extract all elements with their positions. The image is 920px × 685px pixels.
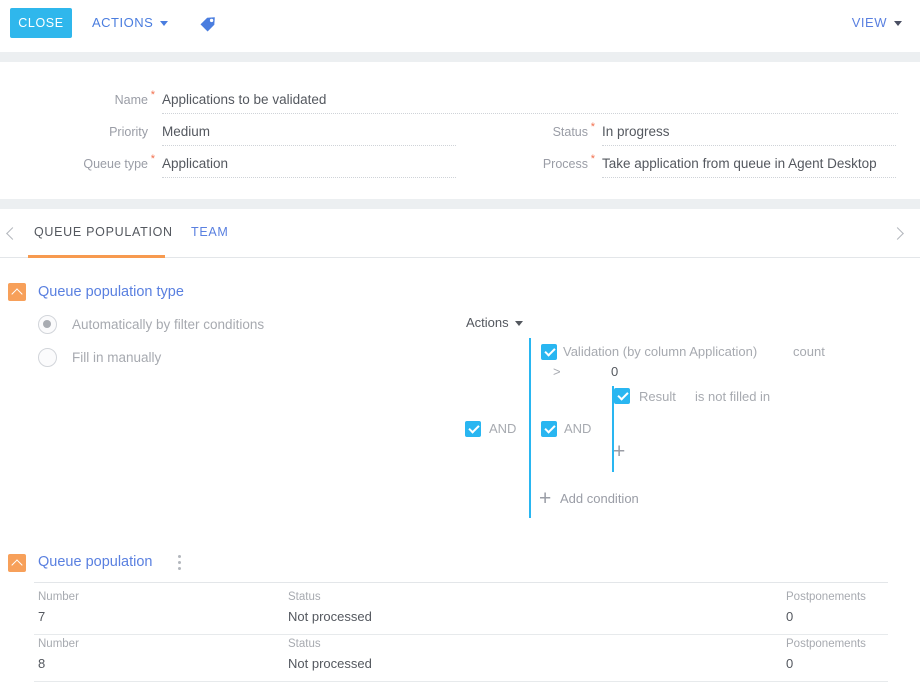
actions-menu-button[interactable]: ACTIONS [92, 15, 169, 30]
filter-subcondition-checkbox-result[interactable] [614, 388, 630, 404]
tab-bar: QUEUE POPULATION TEAM [0, 209, 920, 258]
row-value-number: 8 [38, 656, 46, 671]
field-priority-underline [162, 145, 456, 146]
required-marker: * [590, 153, 595, 165]
filter-inner-and-label[interactable]: AND [564, 421, 591, 436]
queue-record-page: CLOSE ACTIONS VIEW Name * Applications to… [0, 0, 920, 685]
filter-inner-and-checkbox[interactable] [541, 421, 557, 437]
plus-icon[interactable]: + [613, 441, 625, 462]
record-header-form: Name * Applications to be validated Prior… [0, 62, 920, 199]
filter-outer-and-label[interactable]: AND [489, 421, 516, 436]
section-title-queue-population[interactable]: Queue population [38, 554, 153, 570]
radio-automatically-by-filter[interactable]: Automatically by filter conditions [38, 315, 264, 334]
form-section-divider [0, 199, 920, 209]
top-toolbar: CLOSE ACTIONS VIEW [0, 0, 920, 52]
tab-active-indicator [28, 255, 165, 258]
chevron-down-icon [160, 21, 169, 26]
field-status-underline [602, 145, 896, 146]
chevron-right-icon[interactable] [891, 227, 904, 240]
row-label-status: Status [288, 638, 321, 650]
field-name-label: Name * [114, 89, 155, 107]
row-value-postponements: 0 [786, 656, 794, 671]
radio-icon-unselected[interactable] [38, 348, 57, 367]
chevron-left-icon[interactable] [6, 227, 19, 240]
add-condition-button[interactable]: Add condition [560, 491, 639, 506]
filter-group-line-outer [529, 338, 531, 518]
field-name-value[interactable]: Applications to be validated [162, 92, 326, 107]
field-process-value[interactable]: Take application from queue in Agent Des… [602, 156, 877, 171]
filter-condition-operator[interactable]: > [553, 364, 561, 379]
row-separator [34, 681, 888, 682]
filter-condition-checkbox-validation[interactable] [541, 344, 557, 360]
filter-subcondition-column-result[interactable]: Result [639, 389, 676, 404]
field-status-value[interactable]: In progress [602, 124, 670, 139]
field-status[interactable]: Status * In progress [440, 121, 900, 139]
toolbar-divider [0, 52, 920, 62]
collapse-toggle-population-type[interactable] [8, 283, 26, 301]
row-value-number: 7 [38, 609, 46, 624]
field-queue-type[interactable]: Queue type * Application [0, 153, 460, 171]
required-marker: * [150, 153, 155, 165]
filter-condition-column-validation[interactable]: Validation (by column Application) [563, 344, 757, 359]
field-name-underline [162, 113, 898, 114]
tab-queue-population[interactable]: QUEUE POPULATION [34, 225, 173, 239]
field-priority[interactable]: Priority Medium [0, 124, 460, 139]
field-queue-type-value[interactable]: Application [162, 156, 228, 171]
field-status-label: Status * [552, 121, 595, 139]
filter-subcondition-operator[interactable]: is not filled in [695, 389, 770, 404]
field-queue-type-label: Queue type * [83, 153, 155, 171]
row-label-postponements: Postponements [786, 591, 866, 603]
view-menu-label: VIEW [851, 15, 887, 30]
filter-condition-value[interactable]: 0 [611, 364, 618, 379]
field-priority-label: Priority [109, 125, 148, 139]
filter-outer-and-checkbox[interactable] [465, 421, 481, 437]
radio-icon-selected[interactable] [38, 315, 57, 334]
kebab-menu-icon[interactable] [178, 555, 182, 573]
radio-label-automatically: Automatically by filter conditions [72, 317, 265, 332]
row-label-status: Status [288, 591, 321, 603]
close-button[interactable]: CLOSE [10, 8, 72, 38]
row-value-status: Not processed [288, 656, 372, 671]
field-name[interactable]: Name * Applications to be validated [0, 89, 460, 107]
chevron-down-icon [894, 21, 902, 26]
section-rule [34, 582, 888, 583]
field-queue-type-underline [162, 177, 456, 178]
row-label-number: Number [38, 591, 79, 603]
row-value-postponements: 0 [786, 609, 794, 624]
table-row[interactable]: Number 7 Status Not processed Postponeme… [0, 588, 920, 636]
radio-fill-in-manually[interactable]: Fill in manually [38, 348, 161, 367]
tag-icon[interactable] [198, 14, 218, 39]
required-marker: * [590, 121, 595, 133]
field-process-underline [602, 177, 896, 178]
row-label-number: Number [38, 638, 79, 650]
field-process-label: Process * [542, 153, 595, 171]
row-value-status: Not processed [288, 609, 372, 624]
filter-actions-button[interactable]: Actions [466, 315, 523, 330]
actions-menu-label: ACTIONS [92, 15, 154, 30]
collapse-toggle-queue-population[interactable] [8, 554, 26, 572]
section-title-population-type[interactable]: Queue population type [38, 284, 184, 300]
required-marker: * [150, 89, 155, 101]
view-menu-button[interactable]: VIEW [852, 15, 902, 30]
filter-actions-label: Actions [466, 315, 509, 330]
field-priority-value[interactable]: Medium [162, 124, 210, 139]
chevron-down-icon [514, 321, 523, 326]
filter-condition-aggregate[interactable]: count [793, 344, 825, 359]
plus-icon[interactable]: + [539, 488, 551, 509]
table-row[interactable]: Number 8 Status Not processed Postponeme… [0, 635, 920, 683]
radio-label-manual: Fill in manually [72, 350, 162, 365]
row-label-postponements: Postponements [786, 638, 866, 650]
tab-team[interactable]: TEAM [191, 225, 229, 239]
field-process[interactable]: Process * Take application from queue in … [440, 153, 900, 171]
